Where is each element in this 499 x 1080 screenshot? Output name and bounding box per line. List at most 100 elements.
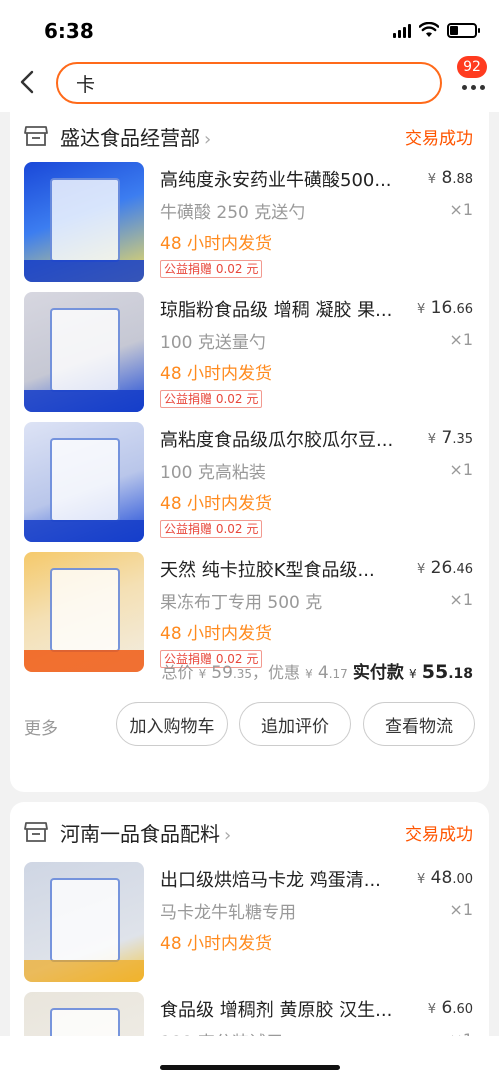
total-integer: 59 <box>211 663 233 683</box>
charity-tag: 公益捐赠 0.02 元 <box>160 390 263 408</box>
chevron-right-icon: › <box>224 825 232 846</box>
currency-symbol: ¥ <box>427 1002 437 1017</box>
more-dots-icon <box>462 85 485 90</box>
shipping-note: 48 小时内发货 <box>160 494 273 514</box>
order-totals: 总价 ¥ 59.35，优惠 ¥ 4.17 实付款 ¥ 55.18 <box>161 661 473 683</box>
price-integer: 7 <box>441 428 453 448</box>
shipping-note: 48 小时内发货 <box>160 624 273 644</box>
charity-tag: 公益捐赠 0.02 元 <box>160 520 263 538</box>
discount-label: 优惠 <box>268 663 301 682</box>
search-input[interactable] <box>58 64 440 102</box>
home-indicator[interactable] <box>160 1065 340 1070</box>
charity-tag: 公益捐赠 0.02 元 <box>160 260 263 278</box>
shop-header[interactable]: 河南一品食品配料 › 交易成功 <box>10 812 489 852</box>
status-icons <box>393 22 480 38</box>
shipping-note: 48 小时内发货 <box>160 234 273 254</box>
order-item[interactable]: 高粘度食品级瓜尔胶瓜尔豆... ¥ 7.35 100 克高粘装 ×1 48 小时… <box>10 422 489 547</box>
product-quantity: ×1 <box>449 200 473 219</box>
product-spec: 100 克送量勺 <box>160 333 266 353</box>
price-decimal: .66 <box>452 302 473 317</box>
more-menu-button[interactable]: 92 <box>453 56 487 110</box>
product-spec: 果冻布丁专用 500 克 <box>160 593 323 613</box>
order-card: 河南一品食品配料 › 交易成功 出口级烘焙马卡龙 鸡蛋清... ¥ 48.00 马… <box>10 802 489 1036</box>
product-title: 高纯度永安药业牛磺酸500... <box>160 170 392 191</box>
price-integer: 26 <box>430 558 453 578</box>
currency-symbol: ¥ <box>416 872 426 887</box>
battery-icon <box>447 22 480 38</box>
paid-decimal: .18 <box>448 666 473 682</box>
currency-symbol: ¥ <box>416 562 426 577</box>
home-indicator-area <box>0 1036 499 1080</box>
product-title: 出口级烘焙马卡龙 鸡蛋清... <box>160 870 381 891</box>
discount-integer: 4 <box>317 663 329 683</box>
product-quantity: ×1 <box>449 460 473 479</box>
product-price: ¥ 48.00 <box>417 868 473 888</box>
price-integer: 6 <box>441 998 453 1018</box>
view-logistics-button[interactable]: 查看物流 <box>363 702 475 746</box>
total-decimal: .35 <box>232 667 253 681</box>
product-spec: 牛磺酸 250 克送勺 <box>160 203 306 223</box>
product-image[interactable] <box>24 292 144 412</box>
shipping-note: 48 小时内发货 <box>160 934 273 954</box>
paid-label: 实付款 <box>352 663 404 683</box>
order-card: 盛达食品经营部 › 交易成功 高纯度永安药业牛磺酸500... ¥ 8.88 牛磺… <box>10 112 489 792</box>
product-image[interactable] <box>24 862 144 982</box>
product-image[interactable] <box>24 162 144 282</box>
price-decimal: .60 <box>452 1002 473 1017</box>
product-title: 天然 纯卡拉胶K型食品级... <box>160 560 375 581</box>
product-image[interactable] <box>24 992 144 1036</box>
currency-symbol: ¥ <box>427 172 437 187</box>
product-price: ¥ 16.66 <box>417 298 473 318</box>
shop-name[interactable]: 河南一品食品配料 › <box>60 818 231 847</box>
product-title: 琼脂粉食品级 增稠 凝胶 果... <box>160 300 393 321</box>
shipping-note: 48 小时内发货 <box>160 364 273 384</box>
shop-name[interactable]: 盛达食品经营部 › <box>60 122 211 151</box>
order-status: 交易成功 <box>405 129 473 149</box>
status-bar: 6:38 <box>0 0 499 56</box>
notification-badge: 92 <box>457 56 487 78</box>
product-spec: 100 克分装试用 <box>160 1028 283 1036</box>
order-item[interactable]: 食品级 增稠剂 黄原胶 汉生... ¥ 6.60 100 克分装试用 ×1 <box>10 992 489 1036</box>
product-image[interactable] <box>24 422 144 542</box>
search-box[interactable] <box>56 62 442 104</box>
currency-symbol: ¥ <box>427 432 437 447</box>
currency-symbol: ¥ <box>198 667 207 681</box>
currency-symbol: ¥ <box>409 667 417 681</box>
currency-symbol: ¥ <box>416 302 426 317</box>
order-status: 交易成功 <box>405 825 473 845</box>
add-to-cart-button[interactable]: 加入购物车 <box>116 702 228 746</box>
product-title: 食品级 增稠剂 黄原胶 汉生... <box>160 1000 393 1021</box>
price-decimal: .46 <box>452 562 473 577</box>
shop-header[interactable]: 盛达食品经营部 › 交易成功 <box>10 116 489 156</box>
add-review-button[interactable]: 追加评价 <box>239 702 351 746</box>
product-quantity: ×1 <box>449 590 473 609</box>
product-quantity: ×1 <box>449 900 473 919</box>
product-price: ¥ 8.88 <box>428 168 473 188</box>
order-item[interactable]: 琼脂粉食品级 增稠 凝胶 果... ¥ 16.66 100 克送量勺 ×1 48… <box>10 292 489 417</box>
chevron-right-icon: › <box>204 129 212 150</box>
price-decimal: .00 <box>452 872 473 887</box>
product-title: 高粘度食品级瓜尔胶瓜尔豆... <box>160 430 394 451</box>
store-icon <box>24 126 48 146</box>
shop-name-text: 河南一品食品配料 <box>60 822 220 846</box>
total-label: 总价 <box>161 663 194 682</box>
price-integer: 16 <box>430 298 453 318</box>
back-arrow-icon[interactable] <box>14 68 42 96</box>
price-integer: 48 <box>430 868 453 888</box>
price-decimal: .88 <box>452 172 473 187</box>
product-spec: 马卡龙牛轧糖专用 <box>160 903 296 923</box>
currency-symbol: ¥ <box>305 667 313 681</box>
search-header: 92 <box>0 56 499 112</box>
wifi-icon <box>419 22 439 37</box>
more-actions-link[interactable]: 更多 <box>24 714 58 739</box>
order-item[interactable]: 高纯度永安药业牛磺酸500... ¥ 8.88 牛磺酸 250 克送勺 ×1 4… <box>10 162 489 287</box>
paid-integer: 55 <box>421 661 449 683</box>
product-price: ¥ 26.46 <box>417 558 473 578</box>
price-integer: 8 <box>441 168 453 188</box>
status-time: 6:38 <box>44 19 94 43</box>
product-image[interactable] <box>24 552 144 672</box>
order-list[interactable]: 盛达食品经营部 › 交易成功 高纯度永安药业牛磺酸500... ¥ 8.88 牛磺… <box>0 112 499 1036</box>
order-item[interactable]: 出口级烘焙马卡龙 鸡蛋清... ¥ 48.00 马卡龙牛轧糖专用 ×1 48 小… <box>10 862 489 987</box>
cellular-signal-icon <box>393 22 411 38</box>
product-quantity: ×1 <box>449 330 473 349</box>
